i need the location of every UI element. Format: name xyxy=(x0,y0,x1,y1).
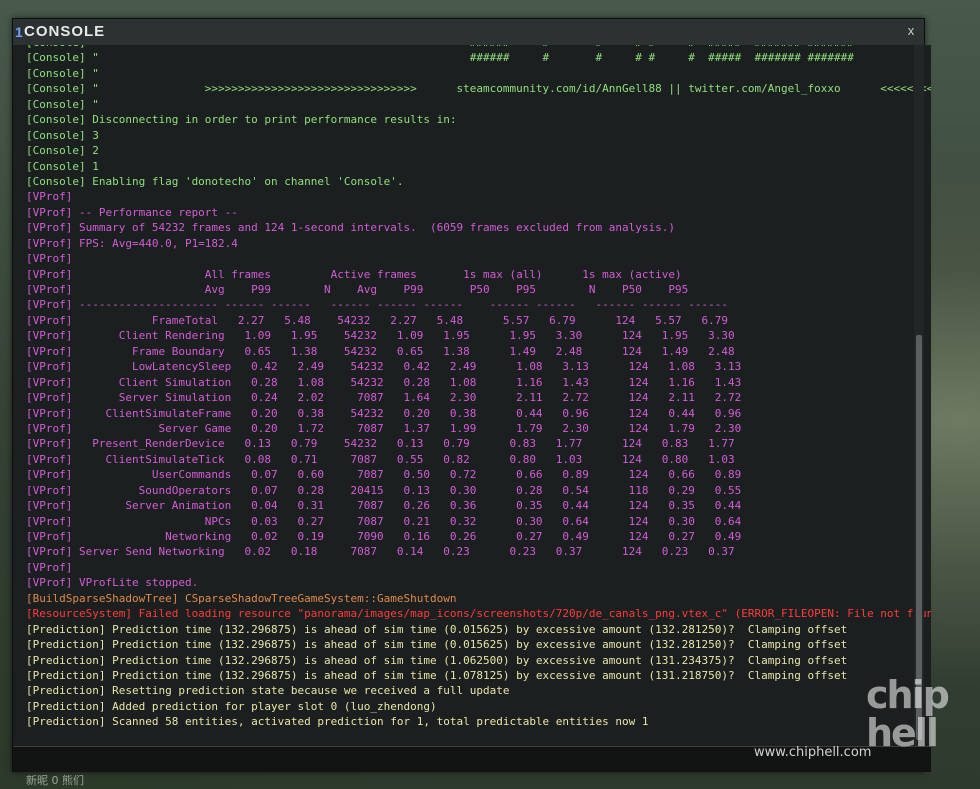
log-line: [Prediction] Scanned 58 entities, activa… xyxy=(26,715,649,729)
log-line: [VProf] Networking 0.02 0.19 7090 0.16 0… xyxy=(26,530,742,543)
log-line: [Console] Disconnecting in order to prin… xyxy=(26,113,457,127)
log-line: [VProf] SoundOperators 0.07 0.28 20415 0… xyxy=(26,483,742,497)
log-line: [VProf] Client Rendering 1.09 1.95 54232… xyxy=(26,329,735,343)
log-line: [VProf] --------------------- ------ ---… xyxy=(26,298,728,312)
log-line: [VProf] Present_RenderDevice 0.13 0.79 5… xyxy=(26,437,735,451)
log-line: [VProf] ClientSimulateTick 0.08 0.71 708… xyxy=(26,452,735,466)
log-line: [VProf] Client Simulation 0.28 1.08 5423… xyxy=(26,375,742,389)
log-line: [Prediction] Prediction time (132.296875… xyxy=(26,668,848,682)
console-log-lines: [Console] " ###### # # # # # ##### #####… xyxy=(26,45,931,730)
log-line: [VProf] Summary of 54232 frames and 124 … xyxy=(26,221,676,235)
log-line: [VProf] Server Game 0.20 1.72 7087 1.37 … xyxy=(26,421,742,435)
log-line: [VProf] Server Send Networking 0.02 0.18… xyxy=(26,545,735,559)
console-titlebar[interactable]: 1 CONSOLE x xyxy=(13,19,924,45)
log-line: [VProf] -- Performance report -- xyxy=(26,205,238,219)
log-line: [VProf] Avg P99 N Avg P99 P50 P95 N P50 … xyxy=(26,283,689,296)
log-line: [Console] 3 xyxy=(26,128,99,142)
log-line: [Console] 2 xyxy=(26,144,99,158)
log-line: [Console] Enabling flag 'donotecho' on c… xyxy=(26,174,404,188)
log-line: [VProf] Frame Boundary 0.65 1.38 54232 0… xyxy=(26,344,735,358)
log-line: [Console] " ###### # # # # # ##### #####… xyxy=(26,51,854,65)
log-line: [VProf] VProfLite stopped. xyxy=(26,576,199,590)
log-line: [ResourceSystem] Failed loading resource… xyxy=(26,607,931,621)
console-scrollbar[interactable] xyxy=(914,45,924,746)
log-line: [VProf] xyxy=(26,560,73,574)
watermark-logo: chip hell xyxy=(866,676,966,764)
log-line: [Prediction] Prediction time (132.296875… xyxy=(26,638,848,652)
console-logo: 1 xyxy=(15,24,23,40)
log-line: [Console] " >>>>>>>>>>>>>>>>>>>>>>>>>>>>… xyxy=(26,82,931,96)
log-line: [BuildSparseShadowTree] CSparseShadowTre… xyxy=(26,591,457,605)
log-line: [VProf] LowLatencySleep 0.42 2.49 54232 … xyxy=(26,360,742,374)
console-title: CONSOLE xyxy=(24,23,106,40)
log-line: [VProf] UserCommands 0.07 0.60 7087 0.50… xyxy=(26,468,742,482)
log-line: [VProf] ClientSimulateFrame 0.20 0.38 54… xyxy=(26,406,742,420)
log-line: [VProf] Server Simulation 0.24 2.02 7087… xyxy=(26,391,742,405)
log-line: [VProf] xyxy=(26,190,73,204)
log-line: [Console] " xyxy=(26,66,99,80)
watermark-logo-bottom: hell xyxy=(866,711,939,755)
log-line: [Prediction] Prediction time (132.296875… xyxy=(26,622,848,636)
log-line: [VProf] Server Animation 0.04 0.31 7087 … xyxy=(26,499,742,513)
log-line: [Prediction] Added prediction for player… xyxy=(26,699,437,713)
log-line: [VProf] FrameTotal 2.27 5.48 54232 2.27 … xyxy=(26,313,728,327)
log-line: [Console] 1 xyxy=(26,159,99,173)
log-line: [Prediction] Resetting prediction state … xyxy=(26,684,510,698)
log-line: [VProf] FPS: Avg=440.0, P1=182.4 xyxy=(26,236,238,250)
log-line: [VProf] All frames Active frames 1s max … xyxy=(26,267,682,281)
log-line: [Prediction] Prediction time (132.296875… xyxy=(26,653,848,667)
watermark-logo-top: chip xyxy=(866,673,950,717)
watermark-url: www.chiphell.com xyxy=(754,745,872,760)
log-line: [VProf] xyxy=(26,252,73,266)
log-line: [Console] " xyxy=(26,97,99,111)
log-line: [VProf] NPCs 0.03 0.27 7087 0.21 0.32 0.… xyxy=(26,514,742,528)
hud-chat-text: 新昵 0 熊们 xyxy=(26,774,84,787)
console-window: 1 CONSOLE x [Console] " ###### # # # # #… xyxy=(12,18,931,772)
console-log[interactable]: [Console] " ###### # # # # # ##### #####… xyxy=(13,45,931,746)
close-icon[interactable]: x xyxy=(904,23,918,39)
